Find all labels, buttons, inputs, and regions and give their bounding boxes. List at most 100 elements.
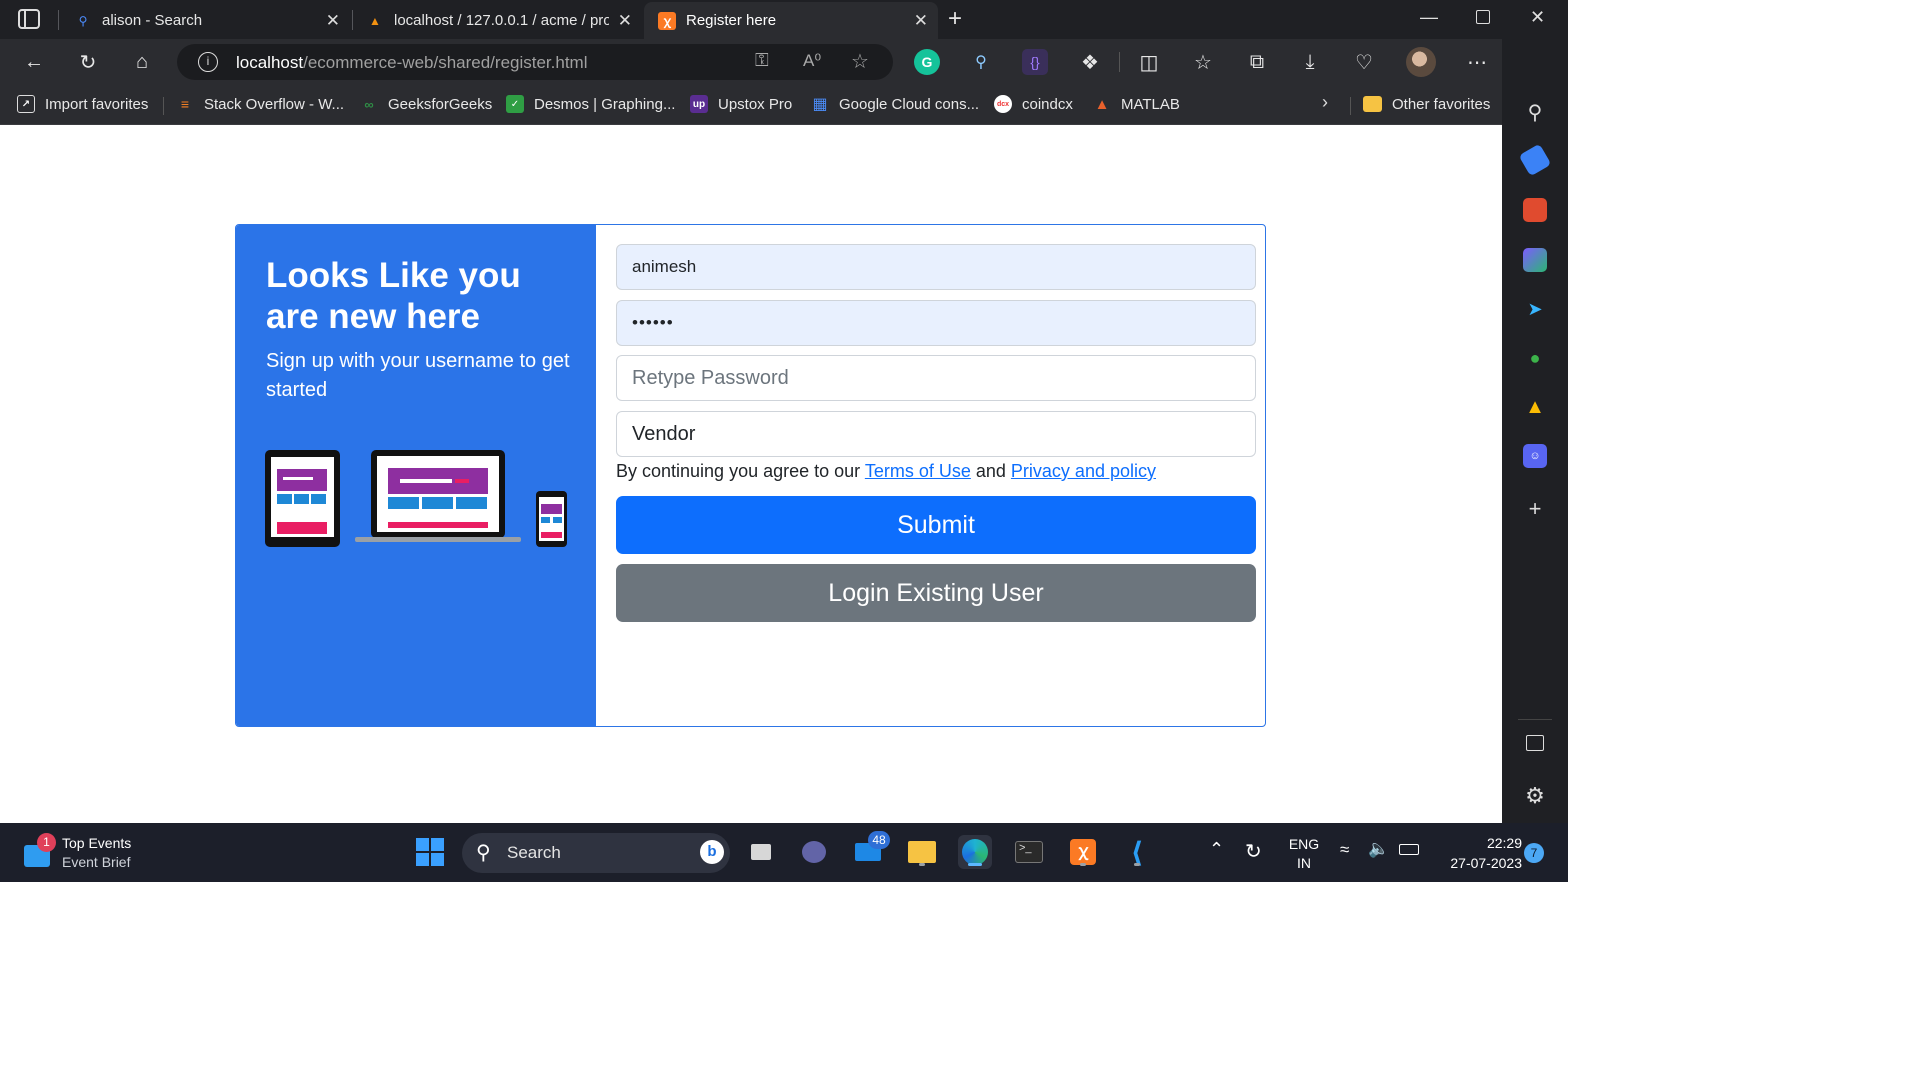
password-key-icon[interactable]: ⚿ [755, 50, 769, 71]
new-tab-icon[interactable]: + [948, 5, 962, 33]
battery-icon[interactable] [1399, 844, 1419, 855]
tab-phpmyadmin[interactable]: ▲ localhost / 127.0.0.1 / acme / pro ✕ [352, 2, 642, 39]
start-windows-icon[interactable] [413, 835, 447, 869]
tools-briefcase-icon[interactable] [1523, 198, 1547, 222]
search-icon[interactable]: ⚲ [1523, 100, 1547, 124]
address-bar[interactable]: i localhost/ecommerce-web/shared/registe… [177, 44, 893, 80]
shopping-tag-icon[interactable] [1518, 143, 1552, 177]
office-icon[interactable] [1523, 248, 1547, 272]
browser-essentials-icon[interactable]: ♡ [1351, 49, 1377, 75]
search-extension-icon[interactable]: ⚲ [968, 49, 994, 75]
home-icon[interactable]: ⌂ [129, 49, 155, 75]
google-drive-icon[interactable]: ▲ [1523, 395, 1547, 419]
clock[interactable]: 22:29 27-07-2023 [1432, 833, 1522, 873]
login-existing-user-button[interactable]: Login Existing User [616, 564, 1256, 622]
widgets-button[interactable]: 1 Top Events Event Brief [20, 833, 180, 873]
widget-badge: 1 [37, 833, 56, 852]
clock-date: 27-07-2023 [1450, 855, 1522, 871]
favorites-bar: ↗ Import favorites ≡ Stack Overflow - W.… [0, 85, 1502, 125]
privacy-policy-link[interactable]: Privacy and policy [1011, 461, 1156, 481]
task-view-icon[interactable] [744, 835, 778, 869]
gfg-icon: ∞ [364, 96, 374, 112]
terminal-icon[interactable]: >_ [1012, 835, 1046, 869]
show-hidden-icons-chevron[interactable]: ⌃ [1209, 839, 1224, 860]
json-extension-icon[interactable]: {} [1022, 49, 1048, 75]
favorite-import[interactable]: ↗ Import favorites [17, 93, 148, 115]
tab-alison-search[interactable]: ⚲ alison - Search ✕ [60, 2, 350, 39]
tab-title: alison - Search [102, 12, 203, 29]
send-icon[interactable]: ➤ [1523, 297, 1547, 321]
language-top: ENG [1288, 836, 1320, 852]
role-selected-value: Vendor [632, 422, 696, 445]
favorite-label: Desmos | Graphing... [534, 95, 676, 113]
read-aloud-icon[interactable]: A⁰ [803, 51, 821, 71]
other-favorites-label: Other favorites [1392, 95, 1491, 113]
grammarly-icon[interactable]: G [914, 49, 940, 75]
retype-password-input[interactable]: Retype Password [616, 355, 1256, 401]
split-screen-icon[interactable]: ◫ [1136, 49, 1162, 75]
other-favorites[interactable]: Other favorites [1363, 93, 1490, 115]
profile-avatar[interactable] [1406, 47, 1436, 77]
minimize-icon[interactable]: — [1420, 7, 1438, 28]
welcome-heading: Looks Like you are new here [266, 256, 521, 336]
favorite-coindcx[interactable]: dcx coindcx [994, 93, 1073, 115]
games-tree-icon[interactable]: ● [1523, 346, 1547, 370]
site-info-icon[interactable]: i [198, 52, 218, 72]
collections-icon[interactable]: ⧉ [1244, 49, 1270, 75]
tab-actions-icon[interactable] [18, 9, 40, 29]
search-icon: ⚲ [78, 13, 88, 28]
xampp-icon[interactable]: ꭓ [1066, 835, 1100, 869]
restore-icon[interactable] [1476, 10, 1490, 24]
favorites-icon[interactable]: ☆ [1190, 49, 1216, 75]
tab-register-here[interactable]: ꭓ Register here ✕ [644, 2, 938, 39]
notification-count-badge[interactable]: 7 [1524, 843, 1544, 863]
favorite-stackoverflow[interactable]: ≡ Stack Overflow - W... [176, 93, 344, 115]
wifi-icon[interactable]: ≈ [1340, 840, 1349, 860]
phpmyadmin-icon: ▲ [369, 13, 381, 28]
favorite-label: Stack Overflow - W... [204, 95, 345, 113]
refresh-icon[interactable]: ↻ [75, 49, 101, 75]
username-input[interactable]: animesh [616, 244, 1256, 290]
password-input[interactable]: •••••• [616, 300, 1256, 346]
settings-gear-icon[interactable]: ⚙ [1523, 783, 1547, 808]
close-tab-icon[interactable]: ✕ [618, 11, 632, 31]
edge-icon[interactable] [958, 835, 992, 869]
volume-icon[interactable]: 🔈 [1368, 839, 1389, 859]
tab-title: Register here [686, 12, 777, 29]
favorite-star-icon[interactable]: ☆ [851, 49, 869, 74]
close-tab-icon[interactable]: ✕ [326, 11, 340, 31]
mail-icon[interactable]: 48 [851, 831, 890, 869]
add-icon[interactable]: + [1523, 496, 1547, 521]
matlab-icon: ▲ [1094, 95, 1110, 113]
downloads-icon[interactable]: ⤓ [1297, 49, 1323, 75]
terms-of-use-link[interactable]: Terms of Use [865, 461, 971, 481]
more-options-icon[interactable]: ⋯ [1464, 49, 1490, 75]
terms-text: By continuing you agree to our Terms of … [616, 461, 1156, 482]
vscode-icon[interactable]: ⟨ [1120, 835, 1154, 869]
search-label: Search [507, 843, 561, 862]
page-viewport: Looks Like you are new here Sign up with… [0, 126, 1502, 823]
close-window-icon[interactable]: ✕ [1530, 7, 1545, 28]
hide-sidebar-icon[interactable] [1526, 735, 1544, 751]
role-select[interactable]: Vendor [616, 411, 1256, 457]
back-icon[interactable]: ← [21, 49, 47, 75]
sync-status-icon[interactable]: ↻ [1245, 839, 1262, 864]
extensions-icon[interactable]: ❖ [1077, 49, 1103, 75]
chevron-right-icon[interactable]: › [1322, 92, 1328, 113]
teams-chat-icon[interactable] [797, 835, 831, 869]
password-value: •••••• [632, 313, 674, 332]
favorite-upstox[interactable]: up Upstox Pro [690, 93, 792, 115]
close-tab-icon[interactable]: ✕ [914, 11, 928, 31]
favorite-desmos[interactable]: ✓ Desmos | Graphing... [506, 93, 675, 115]
file-explorer-icon[interactable] [905, 835, 939, 869]
discord-icon[interactable]: ☺ [1523, 444, 1547, 468]
favorite-google-cloud[interactable]: ▦ Google Cloud cons... [811, 93, 979, 115]
submit-button[interactable]: Submit [616, 496, 1256, 554]
favorite-matlab[interactable]: ▲ MATLAB [1093, 93, 1180, 115]
taskbar-search[interactable]: ⚲ Search b [462, 833, 730, 873]
language-indicator[interactable]: ENG IN [1286, 835, 1322, 873]
favorite-geeksforgeeks[interactable]: ∞ GeeksforGeeks [360, 93, 492, 115]
url-text: localhost/ecommerce-web/shared/register.… [236, 53, 588, 72]
browser-toolbar: ← ↻ ⌂ i localhost/ecommerce-web/shared/r… [0, 39, 1568, 85]
welcome-panel: Looks Like you are new here Sign up with… [236, 225, 596, 726]
